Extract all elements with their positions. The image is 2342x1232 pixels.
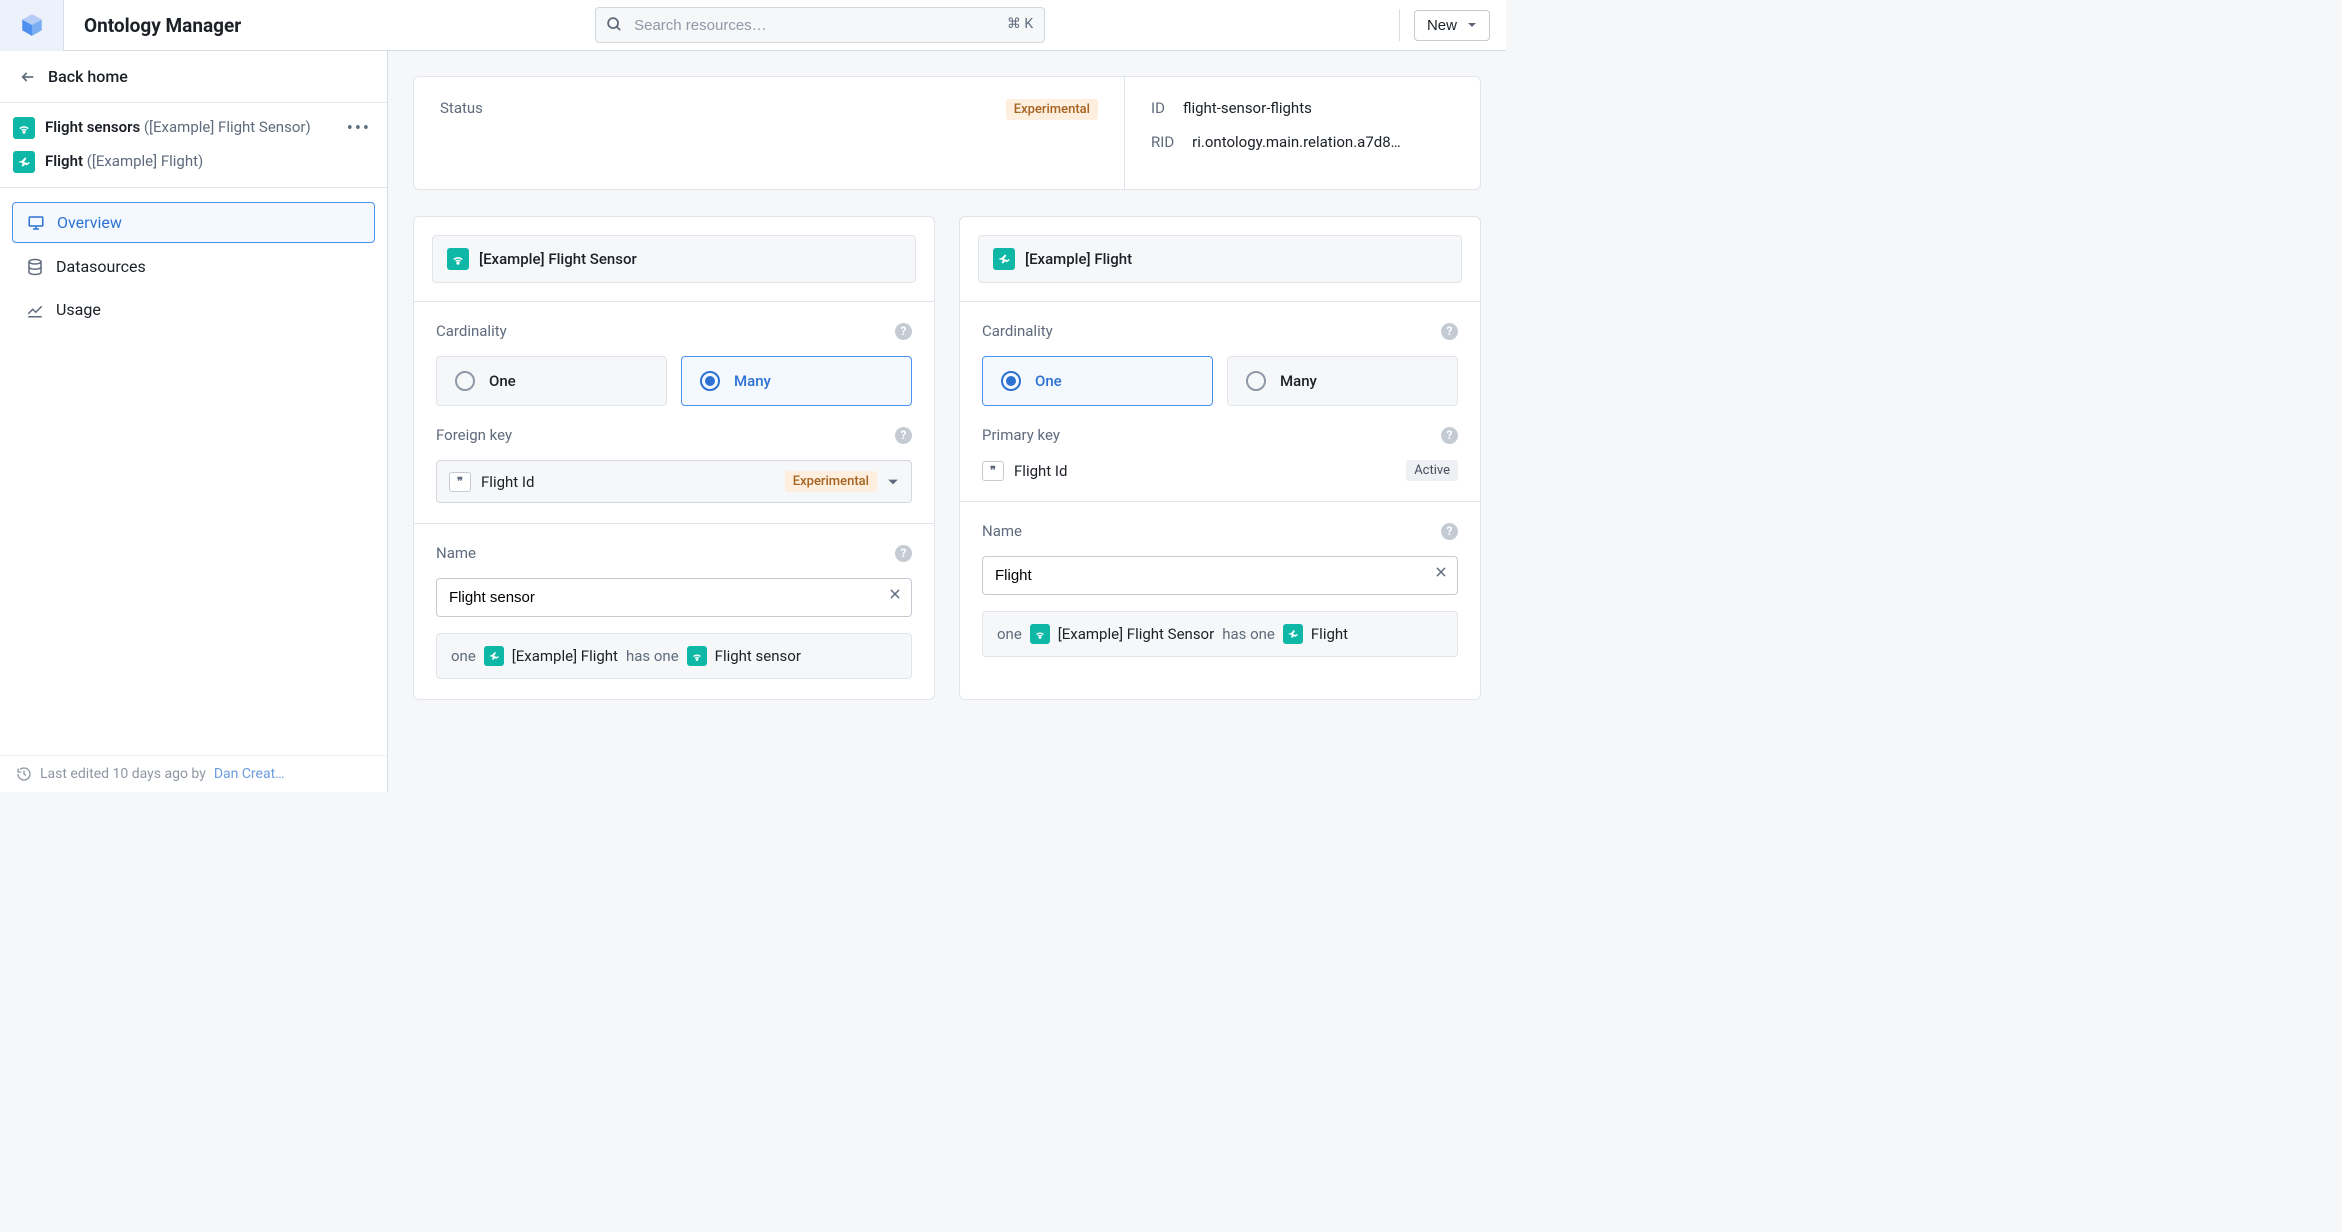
search-input[interactable] (595, 7, 1045, 43)
right-sentence: one[Example] Flight Sensor has oneFlight (982, 611, 1458, 657)
back-home[interactable]: Back home (0, 51, 387, 103)
cardinality-label: Cardinality (982, 322, 1053, 340)
left-sentence: one[Example] Flight has oneFlight sensor (436, 633, 912, 679)
relation-columns: [Example] Flight Sensor Cardinality ? On… (413, 216, 1481, 700)
history-icon (16, 766, 32, 782)
radio-icon (1001, 371, 1021, 391)
cardinality-many[interactable]: Many (1227, 356, 1458, 406)
breadcrumb-list: Flight sensors ([Example] Flight Sensor)… (0, 103, 387, 188)
help-icon[interactable]: ? (1441, 427, 1458, 444)
left-entity-card: [Example] Flight Sensor Cardinality ? On… (413, 216, 935, 700)
foreign-key-badge: Experimental (785, 471, 877, 492)
name-label: Name (436, 544, 476, 562)
content: Status Experimental ID flight-sensor-fli… (388, 51, 1506, 792)
id-value: flight-sensor-flights (1183, 99, 1312, 117)
rid-value: ri.ontology.main.relation.a7d8… (1192, 133, 1401, 151)
crumb-text: Flight sensors ([Example] Flight Sensor) (45, 118, 311, 138)
nav-overview[interactable]: Overview (12, 202, 375, 243)
right-entity-card: [Example] Flight Cardinality ? One (959, 216, 1481, 700)
back-home-label: Back home (48, 67, 128, 86)
sidebar: Back home Flight sensors ([Example] Flig… (0, 51, 388, 792)
search-shortcut: ⌘ K (1007, 16, 1033, 32)
search-icon (606, 16, 623, 33)
crumb-text: Flight ([Example] Flight) (45, 152, 203, 172)
chart-icon (26, 301, 44, 319)
status-badge: Experimental (1006, 99, 1098, 120)
app-logo[interactable] (0, 0, 64, 51)
primary-key-value: Flight Id (1014, 462, 1200, 480)
rid-row: RID ri.ontology.main.relation.a7d8… (1151, 133, 1454, 151)
cardinality-options: One Many (436, 356, 912, 406)
cardinality-label: Cardinality (436, 322, 507, 340)
string-type-icon: ❞ (449, 472, 471, 492)
nav-datasources[interactable]: Datasources (12, 247, 375, 286)
clear-icon[interactable] (888, 587, 902, 601)
cardinality-options: One Many (982, 356, 1458, 406)
right-primary-key-section: Primary key ? ❞ Flight Id Active (960, 426, 1480, 501)
left-name-section: Name ? one[Example] Flight has oneFlight… (414, 523, 934, 699)
monitor-icon (27, 214, 45, 232)
string-type-icon: ❞ (982, 461, 1004, 481)
help-icon[interactable]: ? (1441, 523, 1458, 540)
foreign-key-select[interactable]: ❞ Flight Id Experimental (436, 460, 912, 503)
status-card: Status Experimental ID flight-sensor-fli… (413, 76, 1481, 190)
cube-icon (19, 12, 45, 38)
search-wrap: ⌘ K (595, 7, 1045, 43)
radio-icon (1246, 371, 1266, 391)
left-cardinality-section: Cardinality ? One Many (414, 301, 934, 426)
nav-list: Overview Datasources Usage (0, 188, 387, 347)
nav-label: Overview (57, 213, 122, 232)
sensor-icon (447, 248, 469, 270)
nav-label: Usage (56, 300, 101, 319)
clear-icon[interactable] (1434, 565, 1448, 579)
nav-label: Datasources (56, 257, 146, 276)
new-button-label: New (1427, 17, 1457, 34)
right-name-section: Name ? one[Example] Flight Sensor has on… (960, 501, 1480, 677)
right-cardinality-section: Cardinality ? One Many (960, 301, 1480, 426)
help-icon[interactable]: ? (895, 427, 912, 444)
help-icon[interactable]: ? (895, 545, 912, 562)
sidebar-footer: Last edited 10 days ago by Dan Creat… (0, 755, 387, 792)
radio-icon (700, 371, 720, 391)
chevron-down-icon (887, 476, 899, 488)
left-name-input[interactable] (436, 578, 912, 617)
primary-key-display: ❞ Flight Id Active (982, 460, 1458, 481)
foreign-key-value: Flight Id (481, 473, 775, 491)
divider (1399, 9, 1400, 41)
topbar: Ontology Manager ⌘ K New (0, 0, 1506, 51)
status-label: Status (440, 99, 483, 117)
caret-down-icon (1467, 20, 1477, 30)
help-icon[interactable]: ? (895, 323, 912, 340)
crumb-flight-sensors[interactable]: Flight sensors ([Example] Flight Sensor)… (10, 111, 377, 145)
arrow-left-icon (20, 69, 36, 85)
new-button[interactable]: New (1414, 10, 1490, 41)
flight-icon (484, 646, 504, 666)
cardinality-many[interactable]: Many (681, 356, 912, 406)
id-row: ID flight-sensor-flights (1151, 99, 1454, 117)
cardinality-one[interactable]: One (982, 356, 1213, 406)
sensor-icon (687, 646, 707, 666)
left-entity-header: [Example] Flight Sensor (432, 235, 916, 283)
primary-key-label: Primary key (982, 426, 1060, 444)
nav-usage[interactable]: Usage (12, 290, 375, 329)
sensor-icon (13, 117, 35, 139)
left-foreign-key-section: Foreign key ? ❞ Flight Id Experimental (414, 426, 934, 523)
primary-key-badge: Active (1406, 460, 1458, 481)
foreign-key-label: Foreign key (436, 426, 512, 444)
database-icon (26, 258, 44, 276)
cardinality-one[interactable]: One (436, 356, 667, 406)
right-name-input[interactable] (982, 556, 1458, 595)
flight-icon (13, 151, 35, 173)
flight-icon (993, 248, 1015, 270)
topbar-actions: New (1399, 9, 1506, 41)
help-icon[interactable]: ? (1441, 323, 1458, 340)
app-title: Ontology Manager (84, 14, 241, 37)
right-entity-header: [Example] Flight (978, 235, 1462, 283)
flight-icon (1283, 624, 1303, 644)
crumb-flight[interactable]: Flight ([Example] Flight) (10, 145, 377, 179)
sensor-icon (1030, 624, 1050, 644)
name-label: Name (982, 522, 1022, 540)
radio-icon (455, 371, 475, 391)
more-icon[interactable]: ••• (347, 118, 371, 139)
